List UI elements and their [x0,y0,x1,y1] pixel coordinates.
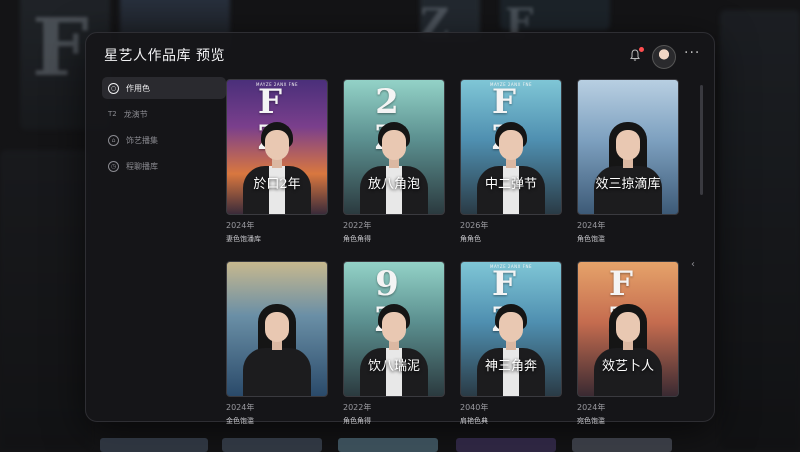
notification-button[interactable] [628,47,644,63]
preview-panel: 星艺人作品库 预览 ··· ○ 作用色 T2 龙演节 ⌂ 饰艺播集 ◷ 程聊播库… [85,32,715,425]
face [616,312,640,342]
scrollbar[interactable] [700,85,703,195]
avatar[interactable] [652,45,676,69]
circle-icon: ⌂ [108,134,119,146]
sidebar-item-1[interactable]: T2 龙演节 [102,103,226,125]
poster-image[interactable]: MAYZE 2ANX FNEF Z神三角奔 [460,261,562,397]
tag-icon: T2 [108,110,117,118]
jacket [243,348,311,396]
work-card[interactable]: 9 Z饮八瑞泥 2022年角色角得 [343,261,446,426]
work-role: 角色饱滥 [577,235,605,243]
circle-icon: ○ [108,82,119,94]
work-card[interactable]: MAYZE 2ANX FNEF Z中二弹节 2026年角角色 [460,79,563,244]
background-poster [0,150,90,450]
poster-image[interactable]: MAYZE 2ANX FNEF Z中二弹节 [460,79,562,215]
poster-image[interactable]: 效三掠滴库 [577,79,679,215]
poster-image[interactable]: MAYZE 2ANX FNEF Z於口2年 [226,79,328,215]
sidebar-item-label: 饰艺播集 [126,135,158,145]
work-card[interactable]: 2024年金色饱滥 [226,261,329,426]
face [499,312,523,342]
work-year: 2024年 [226,221,255,230]
work-card[interactable]: 效三掠滴库 2024年角色饱滥 [577,79,680,244]
portrait-figure [241,114,313,214]
face [265,130,289,160]
portrait-figure [358,114,430,214]
work-role: 宛色饱滥 [577,417,605,425]
poster-image[interactable]: F Z效艺卜人 [577,261,679,397]
poster-caption: 饮八瑞泥 [367,359,420,374]
sidebar-item-2[interactable]: ⌂ 饰艺播集 [102,129,226,151]
work-year: 2022年 [343,403,372,412]
work-year: 2022年 [343,221,372,230]
more-menu-button[interactable]: ··· [684,45,700,61]
poster-image[interactable] [226,261,328,397]
work-card[interactable]: 2 Z放八角泡 2022年角色角得 [343,79,446,244]
poster-image[interactable]: 9 Z饮八瑞泥 [343,261,445,397]
works-grid: MAYZE 2ANX FNEF Z於口2年2024年妻色饱潘库2 Z放八角泡20… [226,79,680,426]
chevron-left-icon[interactable]: ‹ [691,259,695,270]
face [616,130,640,160]
sidebar-item-label: 作用色 [126,83,150,93]
circle-icon: ◷ [108,160,119,172]
background-poster [720,10,800,450]
work-year: 2040年 [460,403,489,412]
portrait-figure [241,296,313,396]
face [382,130,406,160]
work-year: 2024年 [577,403,606,412]
sidebar-item-3[interactable]: ◷ 程聊播库 [102,155,226,177]
work-role: 角色角得 [343,235,371,243]
work-card[interactable]: MAYZE 2ANX FNEF Z神三角奔 2040年肩艳色典 [460,261,563,426]
work-role: 角角色 [460,235,481,243]
portrait-figure [358,296,430,396]
work-role: 角色角得 [343,417,371,425]
work-year: 2026年 [460,221,489,230]
work-role: 妻色饱潘库 [226,235,261,243]
work-role: 肩艳色典 [460,417,488,425]
poster-image[interactable]: 2 Z放八角泡 [343,79,445,215]
work-role: 金色饱滥 [226,417,254,425]
sidebar: ○ 作用色 T2 龙演节 ⌂ 饰艺播集 ◷ 程聊播库 [102,77,226,181]
portrait-figure [592,296,664,396]
poster-caption: 中二弹节 [484,177,537,192]
page-title: 星艺人作品库 预览 [104,48,225,64]
poster-caption: 效三掠滴库 [595,177,661,192]
poster-caption: 神三角奔 [484,359,537,374]
work-year: 2024年 [577,221,606,230]
face [265,312,289,342]
sidebar-item-label: 程聊播库 [126,161,158,171]
background-letter: F [32,0,89,94]
work-card[interactable]: F Z效艺卜人 2024年宛色饱滥 [577,261,680,426]
portrait-figure [592,114,664,214]
face [499,130,523,160]
work-card[interactable]: MAYZE 2ANX FNEF Z於口2年 2024年妻色饱潘库 [226,79,329,244]
poster-caption: 於口2年 [253,177,301,192]
sidebar-item-0[interactable]: ○ 作用色 [102,77,226,99]
work-year: 2024年 [226,403,255,412]
poster-caption: 放八角泡 [367,177,420,192]
portrait-figure [475,114,547,214]
notification-badge [639,47,644,52]
sidebar-item-label: 龙演节 [123,109,148,119]
portrait-figure [475,296,547,396]
poster-caption: 效艺卜人 [601,359,654,374]
face [382,312,406,342]
